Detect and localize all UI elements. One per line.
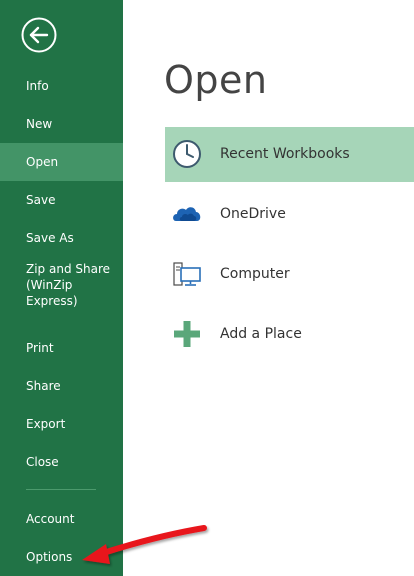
nav-item-info[interactable]: Info bbox=[0, 67, 123, 105]
nav-item-zip-and-share[interactable]: Zip and Share (WinZip Express) bbox=[0, 257, 123, 329]
sidebar-divider bbox=[26, 489, 96, 490]
excel-backstage: Info New Open Save Save As Zip and Share… bbox=[0, 0, 414, 576]
nav-item-options[interactable]: Options bbox=[0, 538, 123, 576]
nav-item-print[interactable]: Print bbox=[0, 329, 123, 367]
nav-item-save[interactable]: Save bbox=[0, 181, 123, 219]
back-button[interactable] bbox=[20, 16, 58, 54]
nav-item-save-as[interactable]: Save As bbox=[0, 219, 123, 257]
nav-item-account[interactable]: Account bbox=[0, 500, 123, 538]
backstage-sidebar: Info New Open Save Save As Zip and Share… bbox=[0, 0, 123, 576]
nav-item-new[interactable]: New bbox=[0, 105, 123, 143]
place-computer[interactable]: Computer bbox=[165, 247, 414, 302]
nav-item-zip-line-2: (WinZip bbox=[26, 278, 73, 292]
nav-item-export[interactable]: Export bbox=[0, 405, 123, 443]
back-arrow-icon bbox=[21, 17, 57, 53]
nav-item-zip-line-3: Express) bbox=[26, 294, 78, 308]
cloud-icon bbox=[170, 197, 204, 231]
open-panel: Open Recent Workbooks OneDrive Computer … bbox=[123, 0, 414, 576]
place-label-add-a-place: Add a Place bbox=[220, 326, 302, 342]
computer-icon bbox=[170, 257, 204, 291]
page-title: Open bbox=[164, 58, 268, 102]
nav-item-close[interactable]: Close bbox=[0, 443, 123, 481]
plus-icon bbox=[170, 317, 204, 351]
place-label-computer: Computer bbox=[220, 266, 290, 282]
place-add-a-place[interactable]: Add a Place bbox=[165, 307, 414, 362]
place-label-onedrive: OneDrive bbox=[220, 206, 286, 222]
clock-icon bbox=[170, 137, 204, 171]
place-onedrive[interactable]: OneDrive bbox=[165, 187, 414, 242]
backstage-nav: Info New Open Save Save As Zip and Share… bbox=[0, 67, 123, 481]
place-label-recent-workbooks: Recent Workbooks bbox=[220, 146, 350, 162]
nav-item-open[interactable]: Open bbox=[0, 143, 123, 181]
backstage-nav-bottom: Account Options bbox=[0, 500, 123, 576]
nav-item-share[interactable]: Share bbox=[0, 367, 123, 405]
place-recent-workbooks[interactable]: Recent Workbooks bbox=[165, 127, 414, 182]
nav-item-zip-line-1: Zip and Share bbox=[26, 262, 111, 276]
